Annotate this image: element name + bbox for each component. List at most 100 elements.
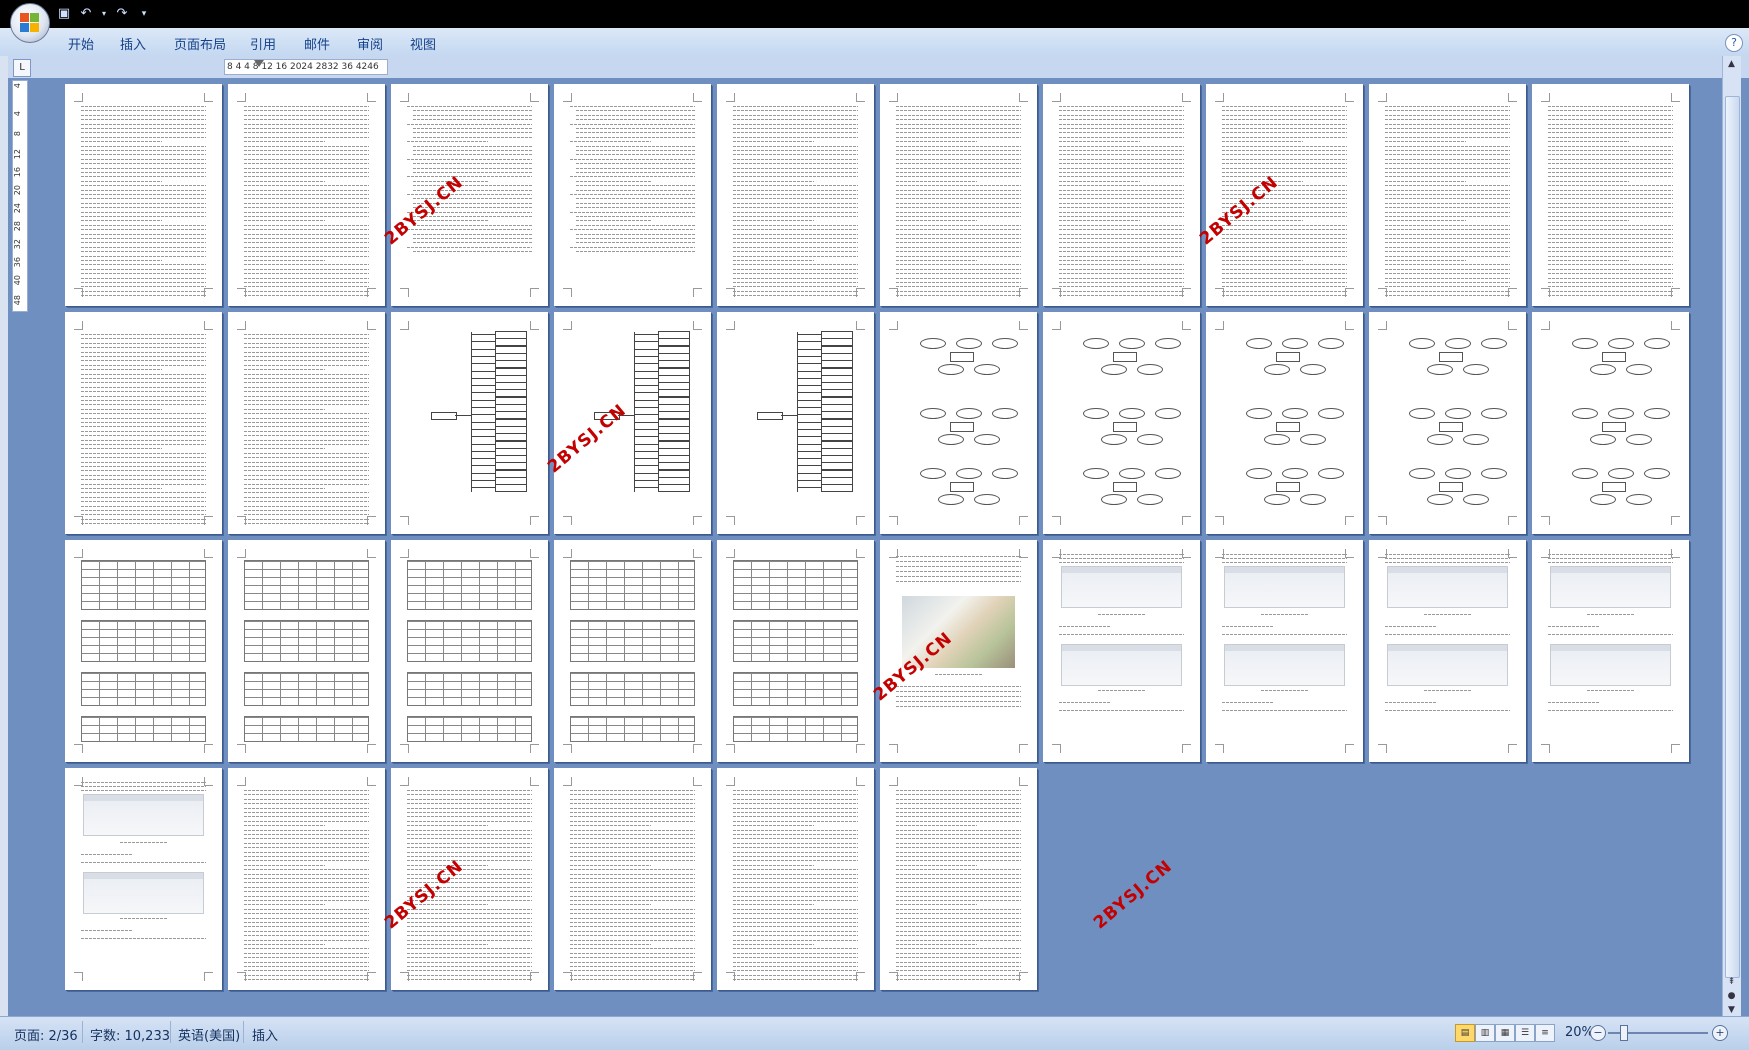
save-icon[interactable]: ▣ [56, 6, 72, 22]
outline-view-icon[interactable]: ☰ [1515, 1024, 1535, 1042]
print-layout-icon[interactable]: ▤ [1455, 1024, 1475, 1042]
document-page[interactable] [391, 540, 548, 762]
zoom-slider-thumb[interactable] [1620, 1025, 1628, 1041]
tab-review[interactable]: 审阅 [357, 34, 383, 53]
document-page[interactable] [228, 540, 385, 762]
document-page[interactable] [1206, 540, 1363, 762]
document-page[interactable] [65, 84, 222, 306]
caption-line [935, 674, 982, 675]
text-line [733, 966, 858, 967]
document-page[interactable] [228, 84, 385, 306]
er-attribute [1608, 468, 1634, 479]
document-page[interactable] [228, 312, 385, 534]
text-line [244, 260, 325, 261]
zoom-out-icon[interactable]: − [1590, 1025, 1606, 1041]
prev-page-icon[interactable]: ⇞ [1725, 976, 1738, 989]
document-page[interactable] [1532, 540, 1689, 762]
word-count[interactable]: 字数: 10,233 [90, 1025, 170, 1044]
text-line [1059, 634, 1184, 635]
document-page[interactable] [880, 312, 1037, 534]
document-page[interactable] [717, 312, 874, 534]
text-line [1222, 562, 1347, 563]
zoom-in-icon[interactable]: + [1712, 1025, 1728, 1041]
document-page[interactable] [1532, 84, 1689, 306]
caption-line [1587, 690, 1634, 691]
document-page[interactable] [1043, 84, 1200, 306]
scrollbar-thumb[interactable] [1725, 96, 1740, 978]
document-page[interactable] [554, 768, 711, 990]
document-workspace[interactable]: 2BYSJ.CN 2BYSJ.CN 2BYSJ.CN 2BYSJ.CN 2BYSJ.CN… [30, 78, 1720, 1020]
document-page[interactable] [1369, 84, 1526, 306]
document-page[interactable] [391, 84, 548, 306]
document-page[interactable] [391, 312, 548, 534]
web-layout-icon[interactable]: ▦ [1495, 1024, 1515, 1042]
vruler-tick: 16 [13, 167, 22, 178]
document-page[interactable] [1043, 312, 1200, 534]
tab-references[interactable]: 引用 [250, 34, 276, 53]
text-line [1548, 277, 1673, 279]
text-line [244, 448, 325, 450]
text-line [1222, 710, 1347, 711]
document-page[interactable] [1043, 540, 1200, 762]
undo-icon[interactable]: ↶ [78, 6, 94, 22]
document-page[interactable] [880, 84, 1037, 306]
document-page[interactable] [65, 768, 222, 990]
select-browse-object-icon[interactable]: ● [1725, 990, 1738, 1003]
customize-qat-icon[interactable]: ▾ [136, 6, 152, 22]
text-line [81, 417, 206, 419]
text-line [81, 470, 206, 472]
document-page[interactable] [391, 768, 548, 990]
er-attribute [1119, 408, 1145, 419]
document-page[interactable] [880, 540, 1037, 762]
crop-mark [563, 777, 572, 786]
undo-dropdown-icon[interactable]: ▾ [100, 6, 108, 22]
er-attribute [1626, 494, 1652, 505]
document-page[interactable] [717, 768, 874, 990]
redo-icon[interactable]: ↷ [114, 6, 130, 22]
office-button[interactable] [10, 3, 50, 43]
er-attribute [956, 338, 982, 349]
document-page[interactable] [1369, 312, 1526, 534]
document-page[interactable] [1206, 312, 1363, 534]
text-line [81, 461, 206, 463]
document-page[interactable] [1532, 312, 1689, 534]
document-page[interactable] [880, 768, 1037, 990]
text-line [244, 128, 369, 129]
page-count[interactable]: 页面: 2/36 [14, 1025, 78, 1044]
full-screen-reading-icon[interactable]: ▥ [1475, 1024, 1495, 1042]
document-page[interactable] [554, 312, 711, 534]
document-page[interactable] [65, 540, 222, 762]
document-page[interactable] [717, 84, 874, 306]
vertical-ruler[interactable]: 4 4 8 12 16 20 24 28 32 36 40 48 [12, 80, 28, 312]
text-line [896, 167, 1021, 169]
text-line [244, 395, 369, 397]
document-page[interactable] [1206, 84, 1363, 306]
indent-marker-icon[interactable] [254, 60, 264, 67]
language-indicator[interactable]: 英语(美国) [178, 1025, 240, 1044]
text-line [81, 400, 206, 401]
tab-insert[interactable]: 插入 [120, 34, 146, 53]
document-page[interactable] [65, 312, 222, 534]
draft-view-icon[interactable]: ≡ [1535, 1024, 1555, 1042]
document-page[interactable] [717, 540, 874, 762]
tab-home[interactable]: 开始 [68, 34, 94, 53]
document-page[interactable] [554, 84, 711, 306]
help-icon[interactable]: ? [1725, 34, 1743, 52]
document-page[interactable] [1369, 540, 1526, 762]
vertical-scrollbar[interactable]: ▲ ⇞ ● ▼ [1722, 56, 1741, 1016]
tab-page-layout[interactable]: 页面布局 [174, 34, 226, 53]
tab-selector-button[interactable]: L [13, 59, 31, 77]
document-page[interactable] [228, 768, 385, 990]
tree-line [797, 480, 821, 481]
text-line [1385, 273, 1510, 275]
crop-mark [74, 321, 83, 330]
text-line [407, 856, 532, 857]
insert-mode-indicator[interactable]: 插入 [252, 1025, 278, 1044]
document-page[interactable] [554, 540, 711, 762]
scroll-up-icon[interactable]: ▲ [1725, 58, 1738, 71]
text-line [407, 957, 532, 959]
text-line [1222, 626, 1273, 627]
tab-mailings[interactable]: 邮件 [304, 34, 330, 53]
tab-view[interactable]: 视图 [410, 34, 436, 53]
horizontal-ruler[interactable]: 8 4 4 8 12 16 2024 2832 36 4246 [224, 59, 388, 75]
